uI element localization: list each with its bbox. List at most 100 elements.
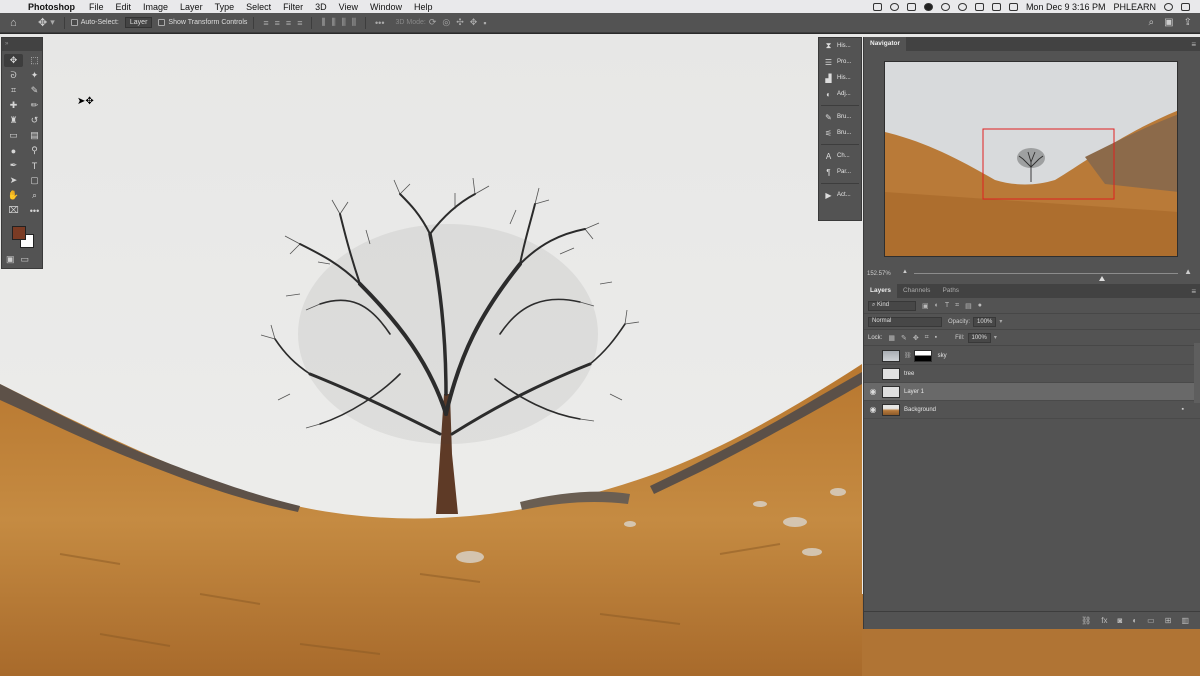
battery-icon[interactable] — [1008, 2, 1018, 11]
search-icon[interactable]: ⌕ — [1149, 17, 1155, 28]
tab-paths[interactable]: Paths — [936, 284, 965, 298]
menu-type[interactable]: Type — [215, 2, 235, 12]
align-left-icon[interactable]: ≡ — [263, 18, 268, 28]
tab-layers[interactable]: Layers — [864, 284, 897, 298]
type-tool-icon[interactable]: T — [25, 159, 44, 172]
hand-tool-icon[interactable]: ✋ — [4, 189, 23, 202]
filter-smart-object-icon[interactable]: ▤ — [965, 302, 972, 310]
menu-filter[interactable]: Filter — [283, 2, 303, 12]
marquee-tool-icon[interactable]: ⬚ — [25, 54, 44, 67]
menu-window[interactable]: Window — [370, 2, 402, 12]
menu-view[interactable]: View — [339, 2, 358, 12]
zoom-percentage[interactable]: 152.57% — [867, 271, 891, 277]
link-layers-icon[interactable]: ⛓ — [1081, 616, 1091, 625]
filter-adjustment-icon[interactable]: ◐ — [935, 302, 939, 309]
gradient-tool-icon[interactable]: ▤ — [25, 129, 44, 142]
lock-position-icon[interactable]: ✥ — [913, 334, 919, 342]
menu-file[interactable]: File — [89, 2, 104, 12]
layer-row-layer-1[interactable]: ◉ Layer 1 — [864, 383, 1200, 401]
properties-panel-button[interactable]: ☰ Pro... — [819, 54, 861, 70]
filter-type-icon[interactable]: T — [945, 302, 949, 309]
adjustment-layer-icon[interactable]: ◐ — [1132, 616, 1137, 625]
zoom-in-icon[interactable]: ▲ — [1184, 267, 1192, 276]
tab-navigator[interactable]: Navigator — [864, 37, 906, 51]
path-selection-tool-icon[interactable]: ➤ — [4, 174, 23, 187]
history-brush-tool-icon[interactable]: ↺ — [25, 114, 44, 127]
menubar-clock[interactable]: Mon Dec 9 3:16 PM — [1026, 2, 1106, 12]
app-menu-photoshop[interactable]: Photoshop — [28, 2, 75, 12]
new-group-icon[interactable]: ▭ — [1147, 616, 1155, 625]
3d-pan-icon[interactable]: ✣ — [456, 17, 464, 28]
new-layer-icon[interactable]: ⊞ — [1165, 616, 1172, 625]
clone-stamp-tool-icon[interactable]: ♜ — [4, 114, 23, 127]
panel-menu-icon[interactable]: ≡ — [1191, 287, 1196, 296]
visibility-eye-icon[interactable]: ◉ — [864, 351, 882, 360]
align-bottom-icon[interactable]: ⫼ — [342, 17, 346, 28]
filter-kind-dropdown[interactable]: ⌕ Kind — [868, 300, 916, 311]
trash-icon[interactable]: ▥ — [1181, 616, 1189, 625]
menu-layer[interactable]: Layer — [180, 2, 203, 12]
panel-menu-icon[interactable]: ≡ — [1191, 40, 1196, 49]
blur-tool-icon[interactable]: ● — [4, 144, 23, 157]
creative-cloud-icon[interactable] — [889, 2, 899, 11]
crop-tool-icon[interactable]: ⌗ — [4, 84, 23, 97]
auto-select-checkbox[interactable] — [70, 19, 78, 26]
align-middle-icon[interactable]: ⫼ — [332, 17, 336, 28]
lock-transparent-icon[interactable]: ▦ — [888, 334, 895, 342]
layer-mask-thumbnail[interactable] — [913, 349, 932, 362]
blend-mode-dropdown[interactable]: Normal — [868, 316, 942, 327]
lasso-tool-icon[interactable]: ᘐ — [4, 69, 23, 82]
visibility-eye-icon[interactable]: ◉ — [864, 387, 882, 396]
zoom-slider[interactable] — [914, 273, 1178, 281]
zoom-out-icon[interactable]: ▲ — [902, 269, 908, 275]
menu-select[interactable]: Select — [246, 2, 271, 12]
brushes-panel-button[interactable]: ✎ Bru... — [819, 109, 861, 125]
clipboard-icon[interactable] — [906, 2, 916, 11]
workspace-icon[interactable]: ▣ — [1164, 17, 1173, 28]
opacity-field[interactable]: 100% — [973, 316, 997, 327]
spotlight-search-icon[interactable] — [1164, 2, 1173, 11]
more-tools-icon[interactable]: ••• — [25, 204, 44, 217]
filter-pixel-icon[interactable]: ▣ — [922, 302, 929, 310]
zoom-tool-icon[interactable]: ⌕ — [25, 189, 44, 202]
layer-name[interactable]: Layer 1 — [904, 389, 924, 395]
visibility-eye-icon[interactable]: ◉ — [864, 369, 882, 378]
link-chain-icon[interactable]: ⛓ — [904, 352, 912, 359]
chevron-down-icon[interactable]: ▾ — [994, 334, 997, 341]
chevron-down-icon[interactable]: ▾ — [50, 17, 55, 28]
menu-help[interactable]: Help — [414, 2, 433, 12]
brush-tool-icon[interactable]: ✏ — [25, 99, 44, 112]
filter-toggle-icon[interactable]: ● — [978, 302, 982, 309]
3d-scale-icon[interactable]: ▪ — [483, 18, 486, 28]
eraser-tool-icon[interactable]: ▭ — [4, 129, 23, 142]
fill-field[interactable]: 100% — [967, 332, 991, 343]
histogram-panel-button[interactable]: ▟ His... — [819, 70, 861, 86]
history-panel-button[interactable]: ⧗ His... — [819, 38, 861, 54]
auto-select-dropdown[interactable]: Layer — [124, 17, 153, 28]
character-panel-button[interactable]: A Ch... — [819, 148, 861, 164]
clock-icon[interactable] — [940, 2, 950, 11]
distribute-vertical-icon[interactable]: ⫼ — [352, 17, 356, 28]
tab-channels[interactable]: Channels — [897, 284, 936, 298]
pen-tool-icon[interactable]: ✒ — [4, 159, 23, 172]
dodge-tool-icon[interactable]: ⚲ — [25, 144, 44, 157]
eyedropper-tool-icon[interactable]: ✎ — [25, 84, 44, 97]
chevron-down-icon[interactable]: ▾ — [999, 318, 1002, 325]
menu-image[interactable]: Image — [143, 2, 168, 12]
paragraph-panel-button[interactable]: ¶ Par... — [819, 164, 861, 180]
volume-icon[interactable] — [991, 2, 1001, 11]
3d-roll-icon[interactable]: ◎ — [442, 17, 450, 28]
align-right-icon[interactable]: ≡ — [286, 18, 291, 28]
move-tool-icon[interactable]: ✥ — [4, 54, 23, 67]
fx-icon[interactable]: fx — [1101, 616, 1107, 625]
home-icon[interactable]: ⌂ — [10, 17, 24, 29]
more-options-icon[interactable]: ••• — [375, 18, 384, 28]
menu-edit[interactable]: Edit — [116, 2, 132, 12]
filter-shape-icon[interactable]: ⌗ — [955, 302, 959, 310]
healing-brush-tool-icon[interactable]: ✚ — [4, 99, 23, 112]
magic-wand-tool-icon[interactable]: ✦ — [25, 69, 44, 82]
share-icon[interactable]: ⇪ — [1184, 17, 1192, 28]
adjustments-panel-button[interactable]: ◐ Adj... — [819, 86, 861, 102]
tools-panel-header[interactable]: » — [2, 38, 42, 51]
layer-row-sky[interactable]: ◉ ⛓ sky — [864, 347, 1200, 365]
